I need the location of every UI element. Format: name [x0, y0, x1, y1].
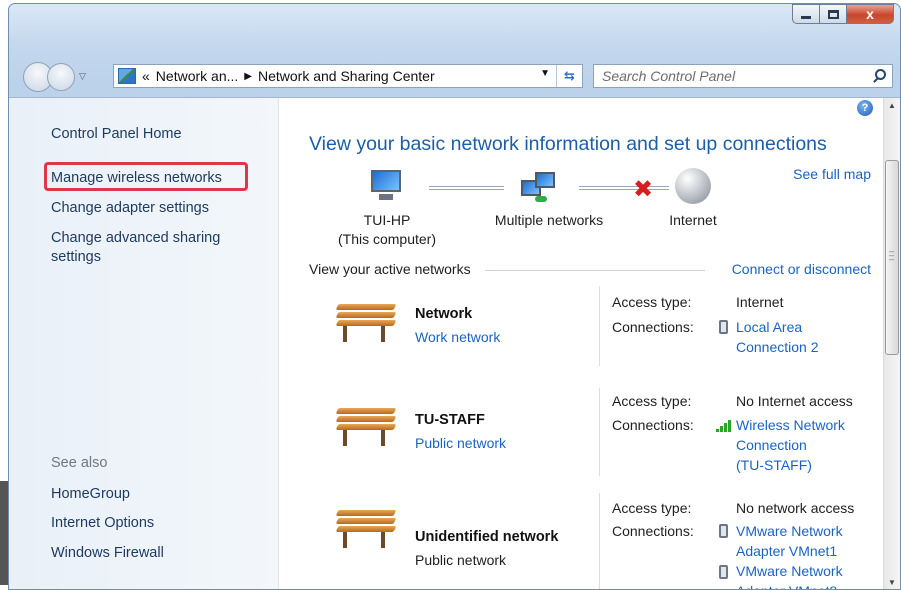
network-2-connection-line: Connection — [736, 437, 807, 453]
network-2-access-value: No Internet access — [736, 393, 853, 409]
grip-icon: – – – — [889, 246, 895, 264]
internet-node[interactable] — [671, 168, 711, 208]
internet-options-link[interactable]: Internet Options — [51, 513, 154, 533]
network-3-name: Unidentified network — [415, 529, 559, 545]
network-1-connection-line: Connection 2 — [736, 339, 819, 355]
connect-or-disconnect-link[interactable]: Connect or disconnect — [732, 261, 871, 277]
network-2-name: TU-STAFF — [415, 412, 485, 428]
network-1-connection-link[interactable]: Local Area Connection 2 — [736, 317, 881, 357]
control-panel-home-link[interactable]: Control Panel Home — [51, 124, 182, 144]
search-placeholder: Search Control Panel — [602, 68, 736, 84]
network-3-connection-link[interactable]: VMware Network Adapter VMnet1 VMware Net… — [736, 521, 881, 589]
recent-pages-dropdown[interactable]: ▽ — [79, 71, 86, 82]
change-adapter-settings-link[interactable]: Change adapter settings — [51, 198, 209, 218]
maximize-button[interactable] — [819, 4, 847, 24]
network-2-connection-link[interactable]: Wireless Network Connection (TU-STAFF) — [736, 415, 881, 475]
network-1-access-value: Internet — [736, 294, 784, 310]
this-computer-label: (This computer) — [337, 231, 437, 247]
scroll-up-icon[interactable]: ▲ — [884, 98, 900, 114]
map-connection-line — [429, 186, 504, 190]
public-network-icon[interactable] — [335, 408, 397, 452]
maximize-icon — [827, 9, 839, 19]
map-broken-line — [579, 186, 669, 190]
no-connection-x-icon: ✖ — [633, 176, 654, 203]
address-dropdown-icon[interactable]: ▼ — [540, 68, 550, 79]
forward-button[interactable] — [47, 63, 75, 91]
page-heading: View your basic network information and … — [309, 133, 827, 155]
network-3-connections-label: Connections: — [612, 523, 694, 539]
windows-firewall-link[interactable]: Windows Firewall — [51, 543, 164, 563]
active-networks-heading: View your active networks — [309, 261, 475, 277]
network-3-connection-line: Adapter VMnet8 — [736, 581, 881, 589]
control-panel-window: x ▽ « Network an... ▶ Network and Sharin… — [8, 3, 901, 590]
main-panel: ? View your basic network information an… — [279, 98, 885, 589]
network-2-connection-line: Wireless Network — [736, 417, 845, 433]
adapter-icon — [719, 565, 728, 579]
content-area: Control Panel Home Manage wireless netwo… — [9, 97, 900, 589]
network-1-access-label: Access type: — [612, 294, 692, 310]
network-1-name: Network — [415, 306, 473, 322]
network-3-access-label: Access type: — [612, 500, 692, 516]
network-3-access-value: No network access — [736, 500, 855, 516]
network-1-connection-line: Local Area — [736, 319, 803, 335]
network-1-type-link[interactable]: Work network — [415, 329, 500, 345]
network-2-access-label: Access type: — [612, 393, 692, 409]
this-computer-node[interactable] — [367, 168, 407, 208]
network-3-connection-line: VMware Network — [736, 523, 843, 539]
background-strip — [0, 481, 8, 585]
network-3-connection-line: Adapter VMnet1 — [736, 543, 838, 559]
adapter-icon — [719, 524, 728, 538]
network-2-type-link[interactable]: Public network — [415, 435, 506, 451]
network-2-connections-label: Connections: — [612, 417, 694, 433]
computer-name-label: TUI-HP — [363, 212, 411, 228]
network-divider — [599, 493, 600, 589]
refresh-button[interactable]: ⇆ — [556, 65, 582, 87]
search-input[interactable]: Search Control Panel — [593, 64, 893, 88]
scroll-thumb[interactable]: – – – — [885, 160, 899, 355]
multiple-networks-node[interactable] — [519, 168, 559, 208]
wireless-signal-icon — [716, 418, 734, 432]
ethernet-icon — [719, 320, 728, 334]
breadcrumb-network-sharing-center[interactable]: Network and Sharing Center — [258, 68, 435, 84]
scroll-down-icon[interactable]: ▼ — [884, 575, 900, 589]
minimize-icon — [801, 15, 811, 19]
search-icon[interactable] — [875, 69, 886, 80]
breadcrumb-separator-icon[interactable]: ▶ — [244, 71, 252, 82]
network-divider — [599, 388, 600, 476]
computer-icon — [371, 170, 401, 200]
work-network-icon[interactable] — [335, 304, 397, 348]
manage-wireless-networks-link[interactable]: Manage wireless networks — [51, 168, 222, 188]
globe-icon — [675, 168, 711, 204]
network-center-icon — [118, 68, 136, 84]
section-divider — [485, 270, 705, 271]
network-2-connection-line: (TU-STAFF) — [736, 457, 812, 473]
vertical-scrollbar[interactable]: ▲ – – – ▼ — [883, 98, 900, 589]
change-advanced-sharing-link[interactable]: Change advanced sharing — [51, 228, 220, 248]
multiple-networks-icon — [521, 172, 557, 202]
minimize-button[interactable] — [792, 4, 820, 24]
close-icon: x — [866, 6, 874, 22]
network-1-connections-label: Connections: — [612, 319, 694, 335]
help-icon[interactable]: ? — [857, 100, 873, 116]
navigation-bar: ▽ « Network an... ▶ Network and Sharing … — [9, 60, 900, 92]
breadcrumb-network-and-internet[interactable]: Network an... — [156, 68, 238, 84]
network-3-type: Public network — [415, 552, 507, 568]
network-3-connection-line: VMware Network — [736, 563, 843, 579]
internet-label: Internet — [669, 212, 717, 228]
see-full-map-link[interactable]: See full map — [793, 166, 871, 182]
change-advanced-sharing-link-line2[interactable]: settings — [51, 247, 101, 267]
multiple-networks-label: Multiple networks — [494, 212, 604, 228]
see-also-heading: See also — [51, 455, 108, 471]
breadcrumb-overflow[interactable]: « — [142, 68, 150, 84]
sidebar: Control Panel Home Manage wireless netwo… — [9, 98, 279, 589]
network-divider — [599, 286, 600, 366]
close-button[interactable]: x — [846, 4, 894, 24]
caption-buttons: x — [792, 4, 894, 24]
homegroup-link[interactable]: HomeGroup — [51, 484, 130, 504]
address-bar[interactable]: « Network an... ▶ Network and Sharing Ce… — [113, 64, 583, 88]
unidentified-network-icon[interactable] — [335, 510, 397, 554]
